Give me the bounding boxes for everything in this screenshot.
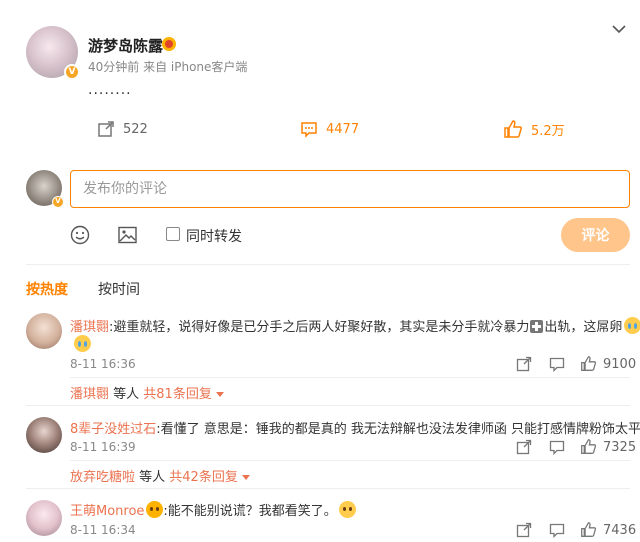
verified-badge-icon: V xyxy=(64,64,80,80)
crying-emoji-icon xyxy=(74,335,91,352)
caret-down-icon xyxy=(241,475,250,480)
reply-mid: 等人 xyxy=(109,387,144,402)
thumbs-up-icon[interactable] xyxy=(580,438,597,455)
comment-button[interactable]: 4477 xyxy=(300,119,359,139)
reply-user[interactable]: 潘琪翾 xyxy=(70,387,109,402)
share-icon xyxy=(98,121,114,137)
comment-like-count: 9100 xyxy=(603,357,637,372)
vip-crown-icon xyxy=(162,37,176,51)
share-icon[interactable] xyxy=(516,356,532,372)
comment-body-part: :能不能别说谎？我都看笑了。 xyxy=(163,504,337,519)
repost-label[interactable]: 同时转发 xyxy=(186,226,242,246)
share-icon[interactable] xyxy=(516,439,532,455)
reply-count[interactable]: 共42条回复 xyxy=(169,470,238,485)
tab-sort-time[interactable]: 按时间 xyxy=(98,279,140,299)
comment-like-count: 7436 xyxy=(603,523,637,538)
comment-text: 潘琪翾:避重就轻，说得好像是已分手之后两人好聚好散，其实是未分手就冷暴力 出轨，这… xyxy=(70,316,640,335)
comment-author[interactable]: 8辈子没姓过石 xyxy=(70,422,156,437)
comment-icon[interactable] xyxy=(549,356,565,372)
comment-avatar[interactable] xyxy=(26,313,62,349)
thumbs-up-icon xyxy=(504,120,522,138)
comment-avatar[interactable] xyxy=(26,500,62,536)
reply-count[interactable]: 共81条回复 xyxy=(143,387,212,402)
comment-icon xyxy=(301,122,317,138)
comment-date: 8-11 16:34 xyxy=(70,523,136,537)
author-name[interactable]: 游梦岛陈露 xyxy=(88,35,163,56)
like-count: 5.2万 xyxy=(531,123,565,139)
thumbs-up-icon[interactable] xyxy=(580,355,597,372)
forward-count: 522 xyxy=(123,121,148,137)
post-meta: 40分钟前 来自 iPhone客户端 xyxy=(88,60,248,74)
reply-summary[interactable]: 放弃吃糖啦 等人 共42条回复 xyxy=(70,466,250,485)
like-button[interactable]: 5.2万 xyxy=(503,119,565,139)
comment-date: 8-11 16:36 xyxy=(70,357,136,371)
forward-button[interactable]: 522 xyxy=(97,119,148,139)
divider xyxy=(70,460,630,461)
share-icon[interactable] xyxy=(516,522,532,538)
vip-crown-icon xyxy=(146,501,164,518)
submit-comment-button[interactable]: 评论 xyxy=(561,218,630,252)
thumbs-up-icon[interactable] xyxy=(580,521,597,538)
divider xyxy=(26,488,630,489)
comment-input[interactable] xyxy=(70,170,630,208)
comment-like-count: 7325 xyxy=(603,440,637,455)
my-avatar[interactable]: V xyxy=(26,170,64,208)
comment-author[interactable]: 王萌Monroe xyxy=(70,504,144,519)
verified-badge-icon: V xyxy=(52,196,64,208)
reply-user[interactable]: 放弃吃糖啦 xyxy=(70,470,135,485)
comment-icon[interactable] xyxy=(549,439,565,455)
image-icon[interactable] xyxy=(118,226,137,244)
comment-text: 王萌Monroe :能不能别说谎？我都看笑了。 xyxy=(70,500,356,519)
author-avatar[interactable]: V xyxy=(26,26,80,80)
repost-checkbox[interactable] xyxy=(166,227,180,241)
comment-body-part: :看懂了 意思是：锤我的都是真的 我无法辩解也没法发律师函 只能打感情牌粉饰太平… xyxy=(156,422,640,437)
comment-body-part: 出轨，这屌卵 xyxy=(544,320,623,335)
divider xyxy=(26,405,630,406)
post-text: ........ xyxy=(88,82,132,98)
tab-sort-hot[interactable]: 按热度 xyxy=(26,279,68,299)
comment-date: 8-11 16:39 xyxy=(70,440,136,454)
emoji-icon[interactable] xyxy=(70,225,90,245)
comment-count: 4477 xyxy=(326,121,360,137)
caret-down-icon xyxy=(215,392,224,397)
divider xyxy=(70,377,630,378)
plus-emoji-icon xyxy=(530,320,544,333)
reply-summary[interactable]: 潘琪翾 等人 共81条回复 xyxy=(70,383,224,402)
smile-emoji-icon xyxy=(338,501,356,518)
comment-author[interactable]: 潘琪翾 xyxy=(70,320,109,335)
divider xyxy=(26,264,630,265)
comment-text: 8辈子没姓过石:看懂了 意思是：锤我的都是真的 我无法辩解也没法发律师函 只能打… xyxy=(70,418,640,437)
chevron-down-icon[interactable] xyxy=(612,24,626,34)
reply-mid: 等人 xyxy=(135,470,170,485)
comment-avatar[interactable] xyxy=(26,417,62,453)
crying-emoji-icon xyxy=(624,317,640,334)
comment-body-part: :避重就轻，说得好像是已分手之后两人好聚好散，其实是未分手就冷暴力 xyxy=(109,320,530,335)
comment-icon[interactable] xyxy=(549,522,565,538)
